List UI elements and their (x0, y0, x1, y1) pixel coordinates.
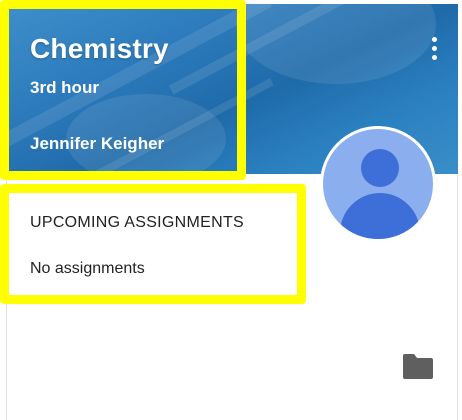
highlight-upcoming (0, 184, 306, 304)
menu-dot (431, 36, 437, 42)
more-vert-icon[interactable] (424, 32, 444, 64)
menu-dot (431, 54, 437, 60)
avatar-shoulders (340, 193, 420, 239)
avatar-head (361, 149, 399, 187)
menu-dot (431, 45, 437, 51)
person-avatar-icon (320, 126, 436, 242)
highlight-class-info (0, 0, 246, 180)
folder-icon[interactable] (401, 352, 435, 380)
